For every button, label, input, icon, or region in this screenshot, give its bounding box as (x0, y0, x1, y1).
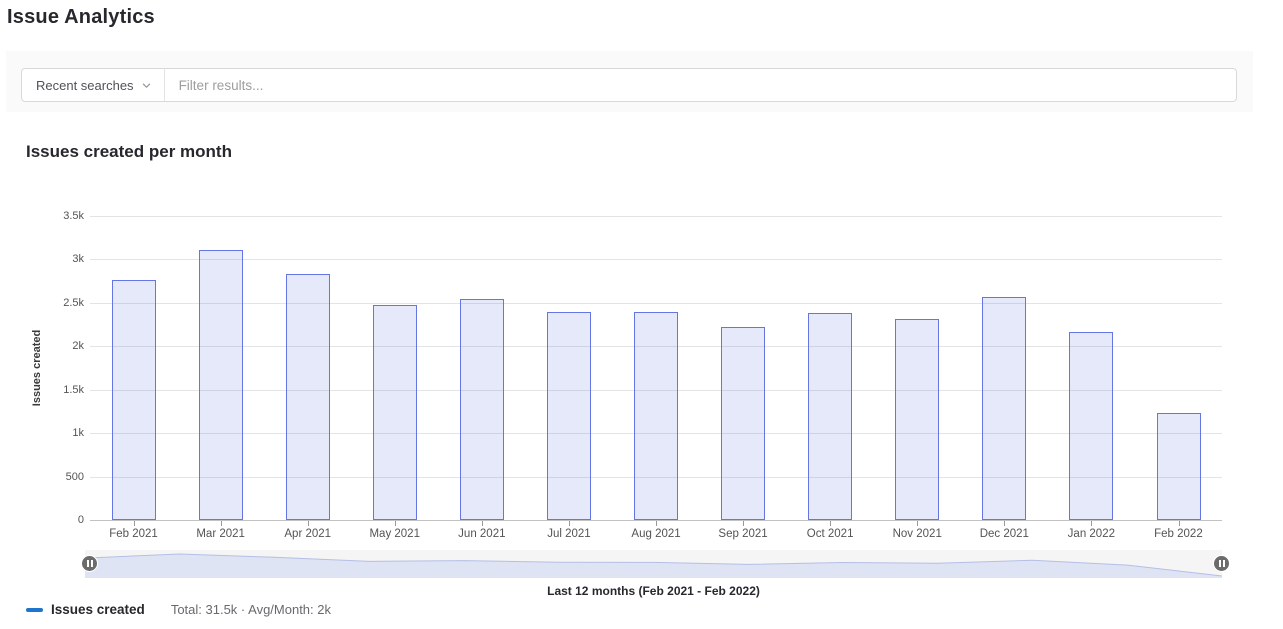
y-tick-label: 2.5k (0, 296, 84, 310)
bar-nov-2021[interactable] (895, 319, 939, 521)
bar-may-2021[interactable] (373, 305, 417, 520)
y-tick-label: 2k (0, 339, 84, 353)
y-tick-label: 1.5k (0, 383, 84, 397)
gridline (90, 303, 1222, 304)
bar-dec-2021[interactable] (982, 297, 1026, 520)
x-axis-tick (1004, 521, 1005, 526)
plot-area: Feb 2021Mar 2021Apr 2021May 2021Jun 2021… (90, 216, 1222, 521)
x-tick-label: Apr 2021 (264, 528, 351, 540)
zoom-data-shadow (85, 550, 1222, 578)
legend-swatch-icon (26, 608, 43, 612)
chevron-down-icon (141, 80, 152, 91)
x-tick-label: Dec 2021 (961, 528, 1048, 540)
bar-mar-2021[interactable] (199, 250, 243, 520)
x-axis-tick (395, 521, 396, 526)
y-tick-label: 500 (0, 470, 84, 484)
x-tick-label: Jul 2021 (525, 528, 612, 540)
filter-bar: Recent searches (6, 51, 1253, 112)
bar-jan-2022[interactable] (1069, 332, 1113, 520)
legend[interactable]: Issues created Total: 31.5k · Avg/Month:… (26, 602, 331, 617)
bar-jul-2021[interactable] (547, 312, 591, 521)
recent-searches-dropdown[interactable]: Recent searches (22, 69, 164, 101)
bar-apr-2021[interactable] (286, 274, 330, 520)
bar-jun-2021[interactable] (460, 299, 504, 521)
gridline (90, 259, 1222, 260)
x-axis-tick (743, 521, 744, 526)
y-tick-label: 1k (0, 426, 84, 440)
legend-stats: Total: 31.5k · Avg/Month: 2k (171, 602, 331, 617)
x-axis-tick (482, 521, 483, 526)
zoom-handle-left-icon[interactable] (81, 555, 98, 572)
gridline (90, 216, 1222, 217)
bar-feb-2022[interactable] (1157, 413, 1201, 520)
x-tick-label: May 2021 (351, 528, 438, 540)
bar-oct-2021[interactable] (808, 313, 852, 520)
x-tick-label: Mar 2021 (177, 528, 264, 540)
x-axis-tick (830, 521, 831, 526)
x-tick-label: Jan 2022 (1048, 528, 1135, 540)
bar-sep-2021[interactable] (721, 327, 765, 520)
recent-searches-label: Recent searches (36, 78, 134, 93)
x-axis-tick (1091, 521, 1092, 526)
zoom-scrubber[interactable] (85, 550, 1222, 578)
x-axis-tick (134, 521, 135, 526)
x-tick-label: Sep 2021 (700, 528, 787, 540)
y-tick-label: 3.5k (0, 209, 84, 223)
zoom-handle-right-icon[interactable] (1213, 555, 1230, 572)
x-axis-tick (1179, 521, 1180, 526)
x-tick-label: Nov 2021 (874, 528, 961, 540)
x-tick-label: Oct 2021 (787, 528, 874, 540)
x-axis-tick (308, 521, 309, 526)
legend-series-label: Issues created (51, 602, 145, 617)
x-tick-label: Jun 2021 (438, 528, 525, 540)
x-tick-label: Feb 2022 (1135, 528, 1222, 540)
x-axis-tick (656, 521, 657, 526)
x-tick-label: Feb 2021 (90, 528, 177, 540)
filter-input[interactable] (165, 69, 1236, 101)
y-tick-label: 0 (0, 513, 84, 527)
zoom-range-label: Last 12 months (Feb 2021 - Feb 2022) (85, 584, 1222, 598)
chart-title: Issues created per month (26, 142, 232, 162)
x-axis-tick (569, 521, 570, 526)
page-title: Issue Analytics (7, 6, 155, 29)
y-tick-label: 3k (0, 252, 84, 266)
x-axis-tick (917, 521, 918, 526)
x-axis-tick (221, 521, 222, 526)
x-tick-label: Aug 2021 (613, 528, 700, 540)
bar-feb-2021[interactable] (112, 280, 156, 520)
bar-aug-2021[interactable] (634, 312, 678, 520)
y-axis-labels: 05001k1.5k2k2.5k3k3.5k (0, 216, 84, 520)
filtered-search-box: Recent searches (21, 68, 1237, 102)
